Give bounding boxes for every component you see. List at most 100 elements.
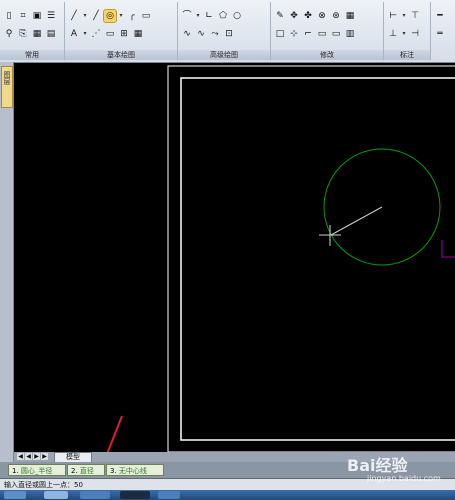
taskbar-app-button[interactable] [80,491,110,499]
panel-common-row2: ⚲ ⎘ ▦ ▤ [3,28,57,40]
option-label: 无中心线 [118,467,147,475]
last-tab-icon[interactable]: ▶ [41,453,48,460]
inner-frame [180,77,455,441]
option-number: 1. [12,467,19,475]
gradient-icon[interactable]: ▦ [132,28,144,40]
line-type-icon[interactable]: ═ [434,28,446,40]
dropdown-arrow-icon[interactable]: ▾ [195,10,201,22]
panel-advanced-draw-row1: ⌒ ▾ ∟ ⬠ ○ [181,10,243,22]
panel-dimension-title: 标注 [384,50,430,60]
dropdown-arrow-icon[interactable]: ▾ [118,10,124,22]
grid-icon[interactable]: ⌗ [17,10,29,22]
list-icon[interactable]: ☰ [45,10,57,22]
taskbar-app-button[interactable] [44,491,68,499]
trim-icon[interactable]: ⊹ [288,28,300,40]
line-icon[interactable]: ╱ [68,10,80,22]
continue-dim-icon[interactable]: ⊣ [409,28,421,40]
taskbar-app-button[interactable] [120,491,150,499]
layer-dock-tab-label: 图层 [3,71,11,85]
panel-modify-row1: ✎ ✥ ✤ ⊗ ⊛ ▦ [274,10,356,22]
start-button[interactable] [4,491,26,499]
arc-icon[interactable]: ╭ [126,10,138,22]
layer-dock-tab[interactable]: 图层 [1,66,13,108]
left-dock: 图层 [0,62,14,462]
copy-icon[interactable]: ⎘ [17,28,29,40]
prev-tab-icon[interactable]: ◀ [25,453,32,460]
next-tab-icon[interactable]: ▶ [33,453,40,460]
first-tab-icon[interactable]: ◀ [17,453,24,460]
dropdown-arrow-icon[interactable]: ▾ [82,10,88,22]
spline-icon[interactable]: ⌒ [181,10,193,22]
revcloud-icon[interactable]: ∿ [195,28,207,40]
panel-partial-row1: ━ [434,10,446,22]
fillet-icon[interactable]: ⌐ [302,28,314,40]
baseline-dim-icon[interactable]: ⊥ [387,28,399,40]
move-icon[interactable]: ✥ [288,10,300,22]
command-prompt: 输入直径或圆上一点：50 [4,481,83,489]
copy-object-icon[interactable]: ✤ [302,10,314,22]
panel-basic-draw-row1: ╱ ▾ ╱ ◎ ▾ ╭ ▭ [68,9,152,23]
hatch-icon[interactable]: ⊞ [118,28,130,40]
scale-icon[interactable]: □ [274,28,286,40]
panel-partial-row2: ═ [434,28,446,40]
watermark-url: jingyan.baidu.com [367,474,441,483]
rotate-icon[interactable]: ⊛ [330,10,342,22]
taskbar-app-button[interactable] [158,491,180,499]
dropdown-arrow-icon[interactable]: ▾ [401,28,407,40]
panel-advanced-draw: ⌒ ▾ ∟ ⬠ ○ ∿ ∿ ⤳ ⊡ 高级绘图 [178,2,271,60]
zoom-icon[interactable]: ⚲ [3,28,15,40]
layers-icon[interactable]: ▤ [45,28,57,40]
watermark-logo: Bai经验 [347,456,408,475]
option-label: 圆心_半径 [20,467,53,475]
baidu-watermark: Bai经验 jingyan.baidu.com [345,452,455,492]
mirror-icon[interactable]: ⊗ [316,10,328,22]
stretch-icon[interactable]: ▭ [330,28,342,40]
construction-line-icon[interactable]: ╱ [90,10,102,22]
circle-tool-icon[interactable]: ◎ [103,9,117,23]
erase-icon[interactable]: ✎ [274,10,286,22]
point-icon[interactable]: ⋰ [90,28,102,40]
option-no-centerline[interactable]: 3. 无中心线 [106,464,164,476]
region-icon[interactable]: ▭ [104,28,116,40]
table-icon[interactable]: ▦ [31,28,43,40]
annotation-arrow [104,415,123,457]
angle-icon[interactable]: ∟ [203,10,215,22]
linear-dim-icon[interactable]: ⊢ [387,10,399,22]
panel-basic-draw: ╱ ▾ ╱ ◎ ▾ ╭ ▭ A ▾ ⋰ ▭ ⊞ ▦ 基本绘图 [65,2,178,60]
panel-partial: ━ ═ [431,2,455,60]
rectangle-icon[interactable]: ▭ [140,10,152,22]
centermark-icon[interactable]: ⊡ [223,28,235,40]
dropdown-arrow-icon[interactable]: ▾ [401,10,407,22]
block-icon[interactable]: ▣ [31,10,43,22]
panel-basic-draw-title: 基本绘图 [65,50,177,60]
dropdown-arrow-icon[interactable]: ▾ [82,28,88,40]
panel-advanced-draw-row2: ∿ ∿ ⤳ ⊡ [181,28,235,40]
text-icon[interactable]: A [68,28,80,40]
rubber-band-line [330,206,383,236]
panel-common-row1: ▯ ⌗ ▣ ☰ [3,10,57,22]
ribbon-toolbar: ▯ ⌗ ▣ ☰ ⚲ ⎘ ▦ ▤ 常用 ╱ ▾ ╱ ◎ ▾ ╭ ▭ A ▾ ⋰ ▭ ⊞ … [0,0,455,63]
panel-dimension: ⊢ ▾ ⊤ ⊥ ▾ ⊣ 标注 [384,2,431,60]
arrow-curve-icon[interactable]: ⤳ [209,28,221,40]
option-label: 直径 [79,467,94,475]
drawing-canvas[interactable] [14,62,455,457]
panel-modify: ✎ ✥ ✤ ⊗ ⊛ ▦ □ ⊹ ⌐ ▭ ▭ ▥ 修改 [271,2,384,60]
ucs-icon [441,240,455,258]
array-icon[interactable]: ▦ [344,10,356,22]
panel-common-title: 常用 [0,50,64,60]
option-number: 2. [71,467,78,475]
line-weight-icon[interactable]: ━ [434,10,446,22]
explode-icon[interactable]: ▥ [344,28,356,40]
aligned-dim-icon[interactable]: ⊤ [409,10,421,22]
option-center-radius[interactable]: 1. 圆心_半径 [8,464,66,476]
polygon-icon[interactable]: ⬠ [217,10,229,22]
offset-icon[interactable]: ▭ [316,28,328,40]
wave-line-icon[interactable]: ∿ [181,28,193,40]
new-file-icon[interactable]: ▯ [3,10,15,22]
panel-modify-row2: □ ⊹ ⌐ ▭ ▭ ▥ [274,28,356,40]
ellipse-icon[interactable]: ○ [231,10,243,22]
panel-dimension-row2: ⊥ ▾ ⊣ [387,28,421,40]
option-diameter[interactable]: 2. 直径 [67,464,105,476]
panel-modify-title: 修改 [271,50,383,60]
panel-basic-draw-row2: A ▾ ⋰ ▭ ⊞ ▦ [68,28,144,40]
